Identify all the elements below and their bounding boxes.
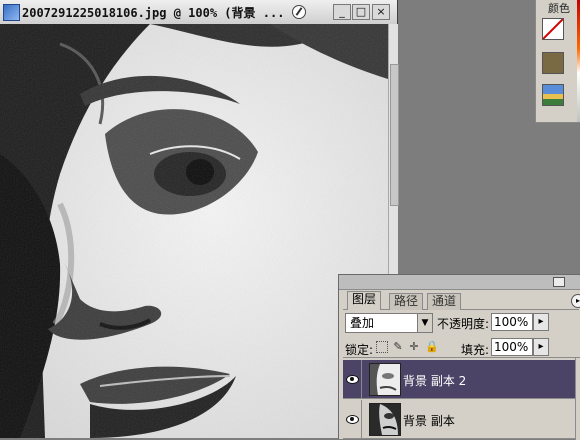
lock-all-icon[interactable]: 🔒 [425,341,439,353]
layers-scrollbar[interactable] [575,358,580,440]
layer-name[interactable]: 背景 副本 2 [403,372,466,389]
blend-mode-select[interactable]: 叠加 ▼ [345,313,433,333]
eye-icon [346,375,359,384]
layer-thumbnail [369,403,401,436]
visibility-toggle[interactable] [343,400,362,438]
layer-row[interactable]: 背景 副本 [343,400,580,439]
swatches-tab-label[interactable]: 颜色 [548,0,570,16]
layers-panel-header[interactable] [339,275,580,290]
lock-brush-icon[interactable]: ✎ [392,341,404,353]
visibility-toggle[interactable] [343,360,362,398]
swatch-landscape-icon[interactable] [542,84,564,106]
chevron-down-icon[interactable]: ▼ [417,314,432,332]
portrait-image [0,24,388,438]
lock-label: 锁定: [345,343,374,357]
image-canvas[interactable] [0,24,388,438]
document-status-icon [292,5,306,19]
document-titlebar[interactable]: 2007291225018106.jpg @ 100% (背景 ... _ □ … [0,0,397,25]
lock-transparency-icon[interactable] [376,341,388,353]
layers-panel-tabs: 图层 路径 通道 ▸ [343,291,580,310]
opacity-slider-button[interactable]: ▸ [533,313,549,331]
panel-collapse-button[interactable] [553,277,565,287]
opacity-label: 不透明度: [437,317,490,331]
tab-channels[interactable]: 通道 [427,293,462,310]
maximize-button[interactable]: □ [352,4,370,20]
eye-icon [346,415,359,424]
swatch-brown[interactable] [542,52,564,74]
layer-thumbnail [369,363,401,396]
blend-mode-value: 叠加 [350,316,375,330]
document-title: 2007291225018106.jpg @ 100% (背景 ... [22,6,285,20]
swatches-panel: 颜色 [535,0,580,123]
layer-list: 背景 副本 2 背景 副本 [343,357,580,440]
minimize-button[interactable]: _ [333,4,351,20]
scrollbar-thumb[interactable] [390,64,399,206]
fill-input[interactable]: 100% [491,338,533,356]
photoshop-document-icon [3,4,20,21]
layers-panel: 图层 路径 通道 ▸ 叠加 ▼ 不透明度: 100% ▸ 锁定: ✎ ✛ 🔒 填… [338,274,580,440]
tab-paths[interactable]: 路径 [389,293,424,310]
fill-label: 填充: [461,343,490,357]
swatch-none-icon[interactable] [542,18,564,40]
lock-move-icon[interactable]: ✛ [408,341,420,353]
layer-row[interactable]: 背景 副本 2 [343,360,580,399]
fill-slider-button[interactable]: ▸ [533,338,549,356]
panel-menu-icon[interactable]: ▸ [571,294,580,308]
tab-layers[interactable]: 图层 [347,291,382,310]
layer-name[interactable]: 背景 副本 [403,412,455,429]
opacity-input[interactable]: 100% [491,313,533,331]
close-button[interactable]: × [372,4,390,20]
